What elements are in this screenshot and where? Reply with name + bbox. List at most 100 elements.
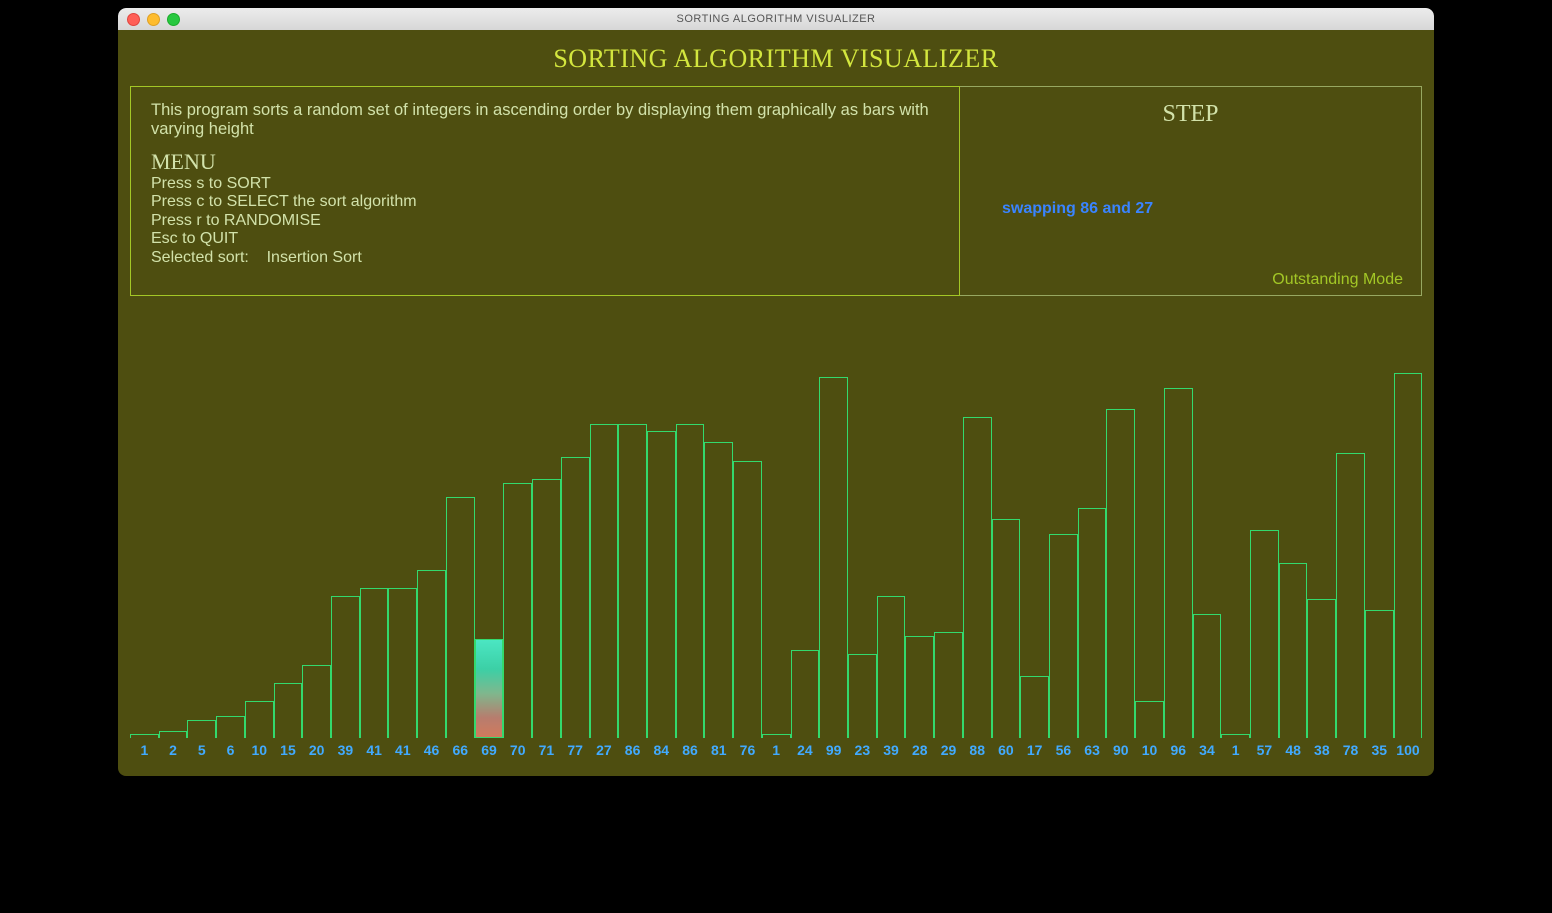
chart-bar [819, 377, 848, 738]
chart-col [733, 461, 762, 738]
chart-bar [1250, 530, 1279, 738]
chart-col [1020, 676, 1049, 738]
chart-bar [302, 665, 331, 738]
chart-bar-label: 15 [274, 742, 303, 758]
chart-col [1279, 563, 1308, 738]
app-stage: SORTING ALGORITHM VISUALIZER This progra… [118, 30, 1434, 776]
chart-bar [992, 519, 1021, 738]
chart-bar [1078, 508, 1107, 738]
chart-col [274, 683, 303, 738]
chart-bar-label: 48 [1279, 742, 1308, 758]
chart-bar-label: 39 [877, 742, 906, 758]
chart-bar [503, 483, 532, 738]
chart-bar-label: 78 [1336, 742, 1365, 758]
chart-bar [647, 431, 676, 738]
chart-bar-label: 63 [1078, 742, 1107, 758]
chart-bar [417, 570, 446, 738]
chart-bar-label: 5 [187, 742, 216, 758]
selected-sort-value: Insertion Sort [267, 249, 362, 266]
chart-col [848, 654, 877, 738]
chart: 1256101520394141466669707177278684868176… [130, 373, 1422, 758]
chart-bar [733, 461, 762, 738]
chart-bar-label: 38 [1307, 742, 1336, 758]
chart-bar [1193, 614, 1222, 738]
window-title: SORTING ALGORITHM VISUALIZER [118, 13, 1434, 25]
chart-bar-label: 46 [417, 742, 446, 758]
chart-col [1106, 409, 1135, 738]
chart-bar [360, 588, 389, 738]
chart-bar-label: 41 [360, 742, 389, 758]
chart-bar-label: 6 [216, 742, 245, 758]
chart-col [647, 431, 676, 738]
chart-col [1164, 388, 1193, 738]
chart-bar-label: 60 [992, 742, 1021, 758]
chart-bar [618, 424, 647, 738]
menu-line-quit: Esc to QUIT [151, 230, 939, 248]
chart-bar-label: 57 [1250, 742, 1279, 758]
chart-bar-label: 70 [503, 742, 532, 758]
step-heading: STEP [980, 101, 1401, 128]
chart-col [1049, 534, 1078, 738]
chart-bar [216, 716, 245, 738]
chart-bar-label: 86 [618, 742, 647, 758]
chart-bar-label: 96 [1164, 742, 1193, 758]
chart-col [1250, 530, 1279, 738]
chart-bar-label: 39 [331, 742, 360, 758]
app-window: SORTING ALGORITHM VISUALIZER SORTING ALG… [118, 8, 1434, 776]
chart-bar [331, 596, 360, 738]
chart-bar [1164, 388, 1193, 738]
chart-bar [446, 497, 475, 738]
chart-bar [704, 442, 733, 738]
chart-col [417, 570, 446, 738]
chart-bar [934, 632, 963, 738]
menu-lines: Press s to SORT Press c to SELECT the so… [151, 175, 939, 267]
chart-bar [676, 424, 705, 738]
chart-col [187, 720, 216, 738]
chart-col [934, 632, 963, 738]
chart-col [762, 734, 791, 738]
chart-bar-label: 34 [1193, 742, 1222, 758]
chart-col [475, 639, 504, 738]
chart-bar-label: 81 [704, 742, 733, 758]
chart-bar-label: 90 [1106, 742, 1135, 758]
chart-col [963, 417, 992, 738]
chart-col [1135, 701, 1164, 738]
chart-bar [561, 457, 590, 738]
chart-col [388, 588, 417, 738]
chart-col [360, 588, 389, 738]
chart-bar-label: 99 [819, 742, 848, 758]
chart-bar [245, 701, 274, 738]
chart-col [676, 424, 705, 738]
chart-col [1307, 599, 1336, 738]
chart-col [877, 596, 906, 738]
chart-bar-label: 23 [848, 742, 877, 758]
chart-bar-label: 88 [963, 742, 992, 758]
chart-col [791, 650, 820, 738]
chart-col [1365, 610, 1394, 738]
chart-col [704, 442, 733, 738]
chart-bar [1020, 676, 1049, 738]
chart-bar-label: 20 [302, 742, 331, 758]
chart-bar-label: 1 [762, 742, 791, 758]
chart-bar [1221, 734, 1250, 738]
chart-bar [388, 588, 417, 738]
selected-sort-label: Selected sort: [151, 249, 249, 266]
chart-bar [1279, 563, 1308, 738]
chart-bar-label: 66 [446, 742, 475, 758]
menu-panel: This program sorts a random set of integ… [130, 86, 960, 296]
chart-bar-label: 41 [388, 742, 417, 758]
chart-bar [532, 479, 561, 738]
chart-labels: 1256101520394141466669707177278684868176… [130, 742, 1422, 758]
chart-col [905, 636, 934, 738]
chart-bar [274, 683, 303, 738]
chart-bar-label: 17 [1020, 742, 1049, 758]
chart-bar [791, 650, 820, 738]
chart-bar [905, 636, 934, 738]
chart-bar [590, 424, 619, 738]
description-text: This program sorts a random set of integ… [151, 101, 939, 139]
chart-bar-label: 35 [1365, 742, 1394, 758]
chart-bar [1365, 610, 1394, 738]
chart-col [159, 731, 188, 738]
chart-bar [130, 734, 159, 738]
mode-label: Outstanding Mode [1272, 271, 1403, 289]
